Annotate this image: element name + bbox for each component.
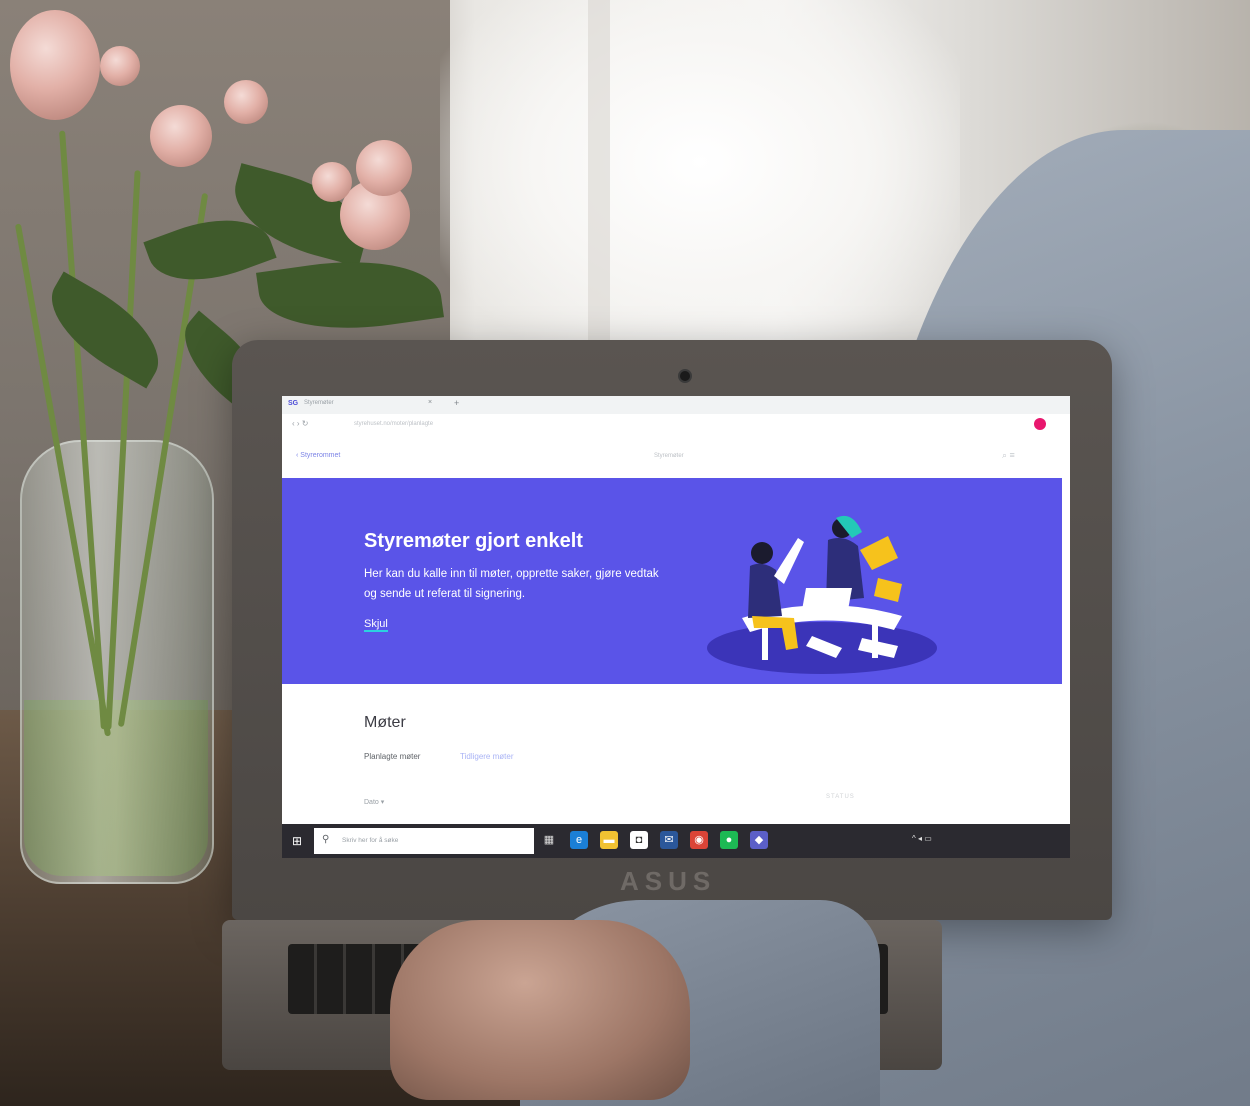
url-field[interactable]: styrehuset.no/moter/planlagte — [354, 421, 433, 427]
laptop-screen: SG Styremøter × + ‹ › ↻ styrehuset.no/mo… — [282, 396, 1070, 858]
close-tab-icon[interactable]: × — [428, 399, 432, 406]
photo-scene: SG Styremøter × + ‹ › ↻ styrehuset.no/mo… — [0, 0, 1250, 1106]
bright-window — [440, 0, 960, 360]
profile-avatar[interactable] — [1034, 418, 1046, 430]
windows-taskbar: ⊞ ⚲ Skriv her for å søke ▦ e ▬ ◘ ✉ ◉ ● ◆… — [282, 824, 1070, 858]
browser-tab-bar: SG Styremøter × + — [282, 396, 1070, 414]
status-column-header: STATUS — [826, 794, 855, 800]
hero-banner: Styremøter gjort enkelt Her kan du kalle… — [282, 478, 1062, 684]
browser-tab[interactable]: Styremøter — [304, 400, 334, 406]
app-title: Styremøter — [654, 453, 684, 459]
spotify-icon[interactable]: ● — [720, 831, 738, 849]
edge-browser-icon[interactable]: e — [570, 831, 588, 849]
tab-past-meetings[interactable]: Tidligere møter — [460, 752, 514, 761]
meetings-heading: Møter — [364, 714, 406, 731]
peony-bud — [356, 140, 412, 196]
date-sort-dropdown[interactable]: Dato ▾ — [364, 798, 384, 806]
peony-bud — [100, 46, 140, 86]
system-tray[interactable]: ^ ◂ ▭ — [912, 834, 932, 843]
hide-link[interactable]: Skjul — [364, 618, 388, 632]
teams-icon[interactable]: ◆ — [750, 831, 768, 849]
hero-description: Her kan du kalle inn til møter, opprette… — [364, 568, 659, 600]
address-bar: ‹ › ↻ styrehuset.no/moter/planlagte — [282, 414, 1070, 437]
taskbar-search-box[interactable]: ⚲ Skriv her for å søke — [314, 828, 534, 854]
peony-bud — [312, 162, 352, 202]
store-icon[interactable]: ◘ — [630, 831, 648, 849]
tab-planned-meetings[interactable]: Planlagte møter — [364, 752, 420, 761]
site-logo-icon: SG — [288, 400, 299, 407]
peony-bud — [150, 105, 212, 167]
file-explorer-icon[interactable]: ▬ — [600, 831, 618, 849]
webcam-icon — [678, 369, 692, 383]
mail-icon[interactable]: ✉ — [660, 831, 678, 849]
peony-bud — [224, 80, 268, 124]
vase-water — [24, 700, 208, 876]
person-hand — [390, 920, 690, 1100]
search-menu-icons[interactable]: ⌕ ≡ — [1002, 450, 1015, 461]
new-tab-button[interactable]: + — [454, 398, 459, 408]
window-frame — [588, 0, 610, 360]
app-header: ‹ Styrerommet Styremøter ⌕ ≡ — [282, 436, 1070, 478]
back-link[interactable]: ‹ Styrerommet — [296, 452, 340, 459]
windows-icon[interactable]: ⊞ — [292, 834, 302, 848]
hero-title: Styremøter gjort enkelt — [364, 530, 583, 552]
chrome-icon[interactable]: ◉ — [690, 831, 708, 849]
laptop-brand-logo: ASUS — [620, 866, 717, 896]
search-icon: ⚲ — [322, 834, 330, 845]
meeting-illustration-icon — [707, 515, 937, 674]
browser-nav-buttons[interactable]: ‹ › ↻ — [292, 419, 308, 428]
peony-bloom — [10, 10, 100, 120]
search-placeholder: Skriv her for å søke — [342, 837, 399, 844]
task-view-icon[interactable]: ▦ — [540, 831, 558, 849]
